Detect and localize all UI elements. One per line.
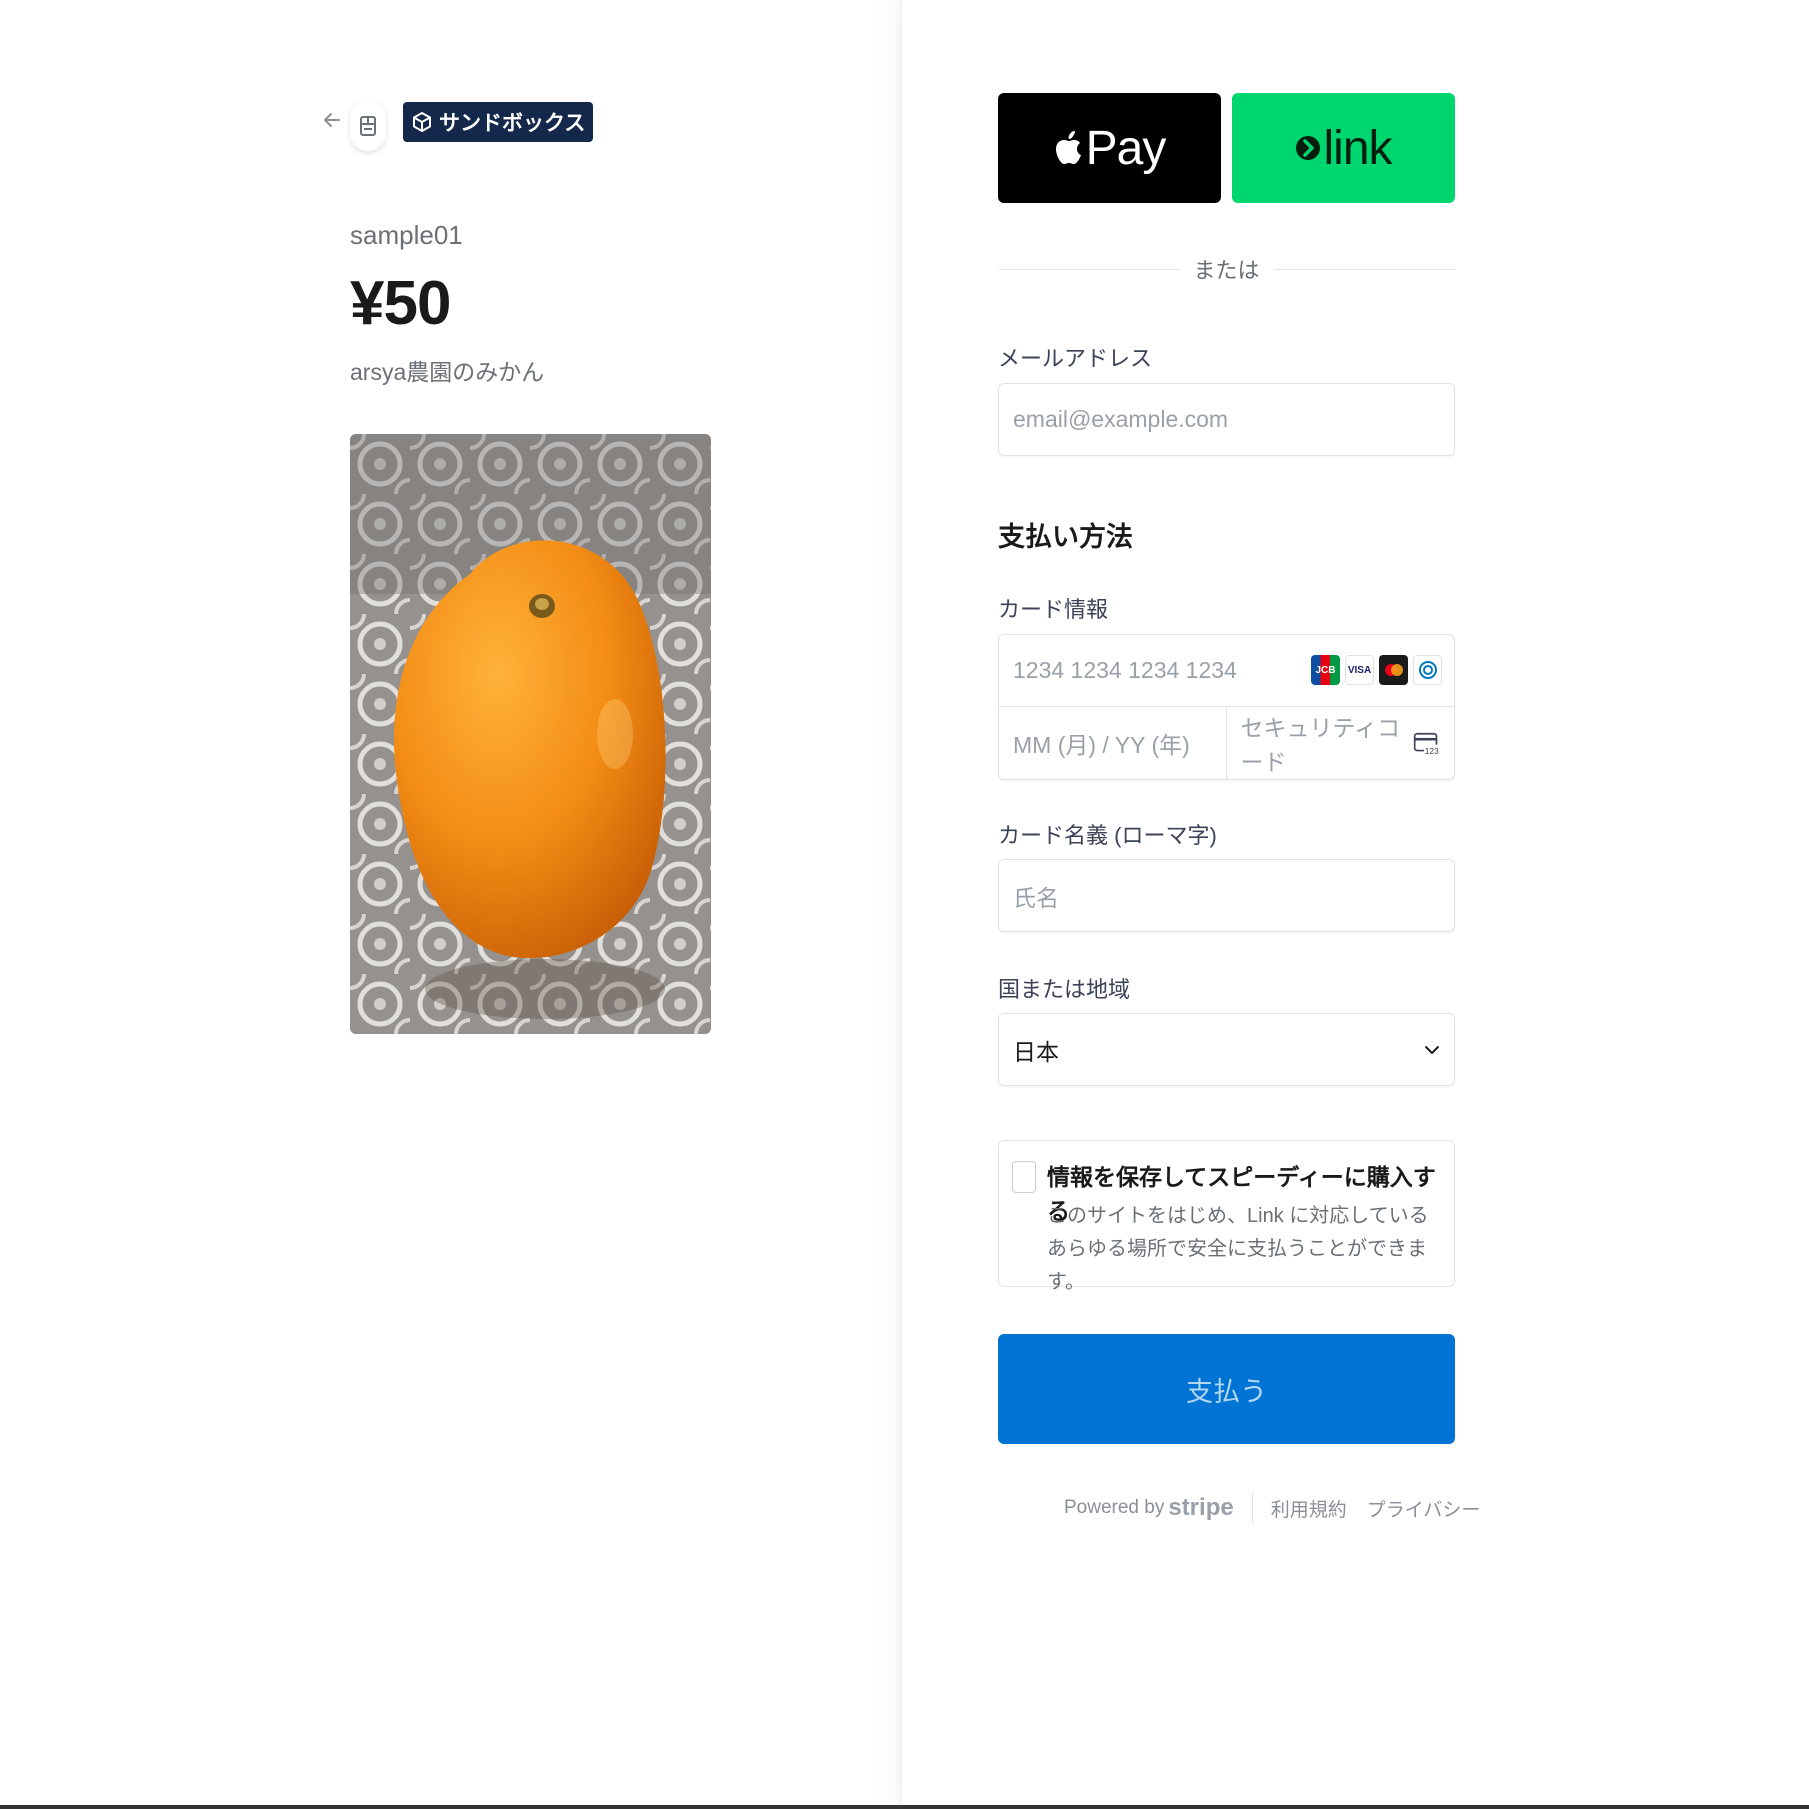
card-bottom-row: MM (月) / YY (年) セキュリティコード 123 <box>999 707 1454 779</box>
product-image <box>350 434 711 1034</box>
card-info-group: 1234 1234 1234 1234 JCB VISA MM (月) / YY… <box>998 634 1455 780</box>
product-price: ¥50 <box>350 269 451 338</box>
email-placeholder: email@example.com <box>1013 406 1229 432</box>
link-label: link <box>1323 121 1392 175</box>
country-value: 日本 <box>1013 1038 1059 1065</box>
mastercard-icon <box>1379 655 1408 685</box>
link-logo-icon <box>1296 136 1321 160</box>
or-text: または <box>1193 258 1260 283</box>
divider-line <box>1273 268 1456 270</box>
pay-button-label: 支払う <box>1186 1376 1267 1407</box>
payment-method-title: 支払い方法 <box>998 522 1133 552</box>
product-summary-pane: サンドボックス sample01 ¥50 arsya農園のみかん <box>0 0 902 1809</box>
save-info-checkbox[interactable] <box>1012 1161 1036 1193</box>
cardholder-label: カード名義 (ローマ字) <box>998 823 1217 848</box>
or-divider: または <box>998 252 1456 286</box>
email-label: メールアドレス <box>998 346 1153 371</box>
cvc-field[interactable]: セキュリティコード 123 <box>1227 707 1455 779</box>
link-button[interactable]: link <box>1232 93 1455 203</box>
expiry-placeholder: MM (月) / YY (年) <box>1013 732 1190 758</box>
country-select[interactable]: 日本 <box>998 1013 1455 1086</box>
footer-separator <box>1251 1492 1253 1524</box>
orange-photo <box>350 434 711 1034</box>
sandbox-badge: サンドボックス <box>403 102 594 142</box>
product-description: arsya農園のみかん <box>350 359 545 385</box>
card-brand-list: JCB VISA <box>1311 655 1442 685</box>
cvc-card-icon: 123 <box>1413 732 1440 756</box>
back-button[interactable] <box>318 106 346 134</box>
store-icon <box>360 116 376 136</box>
cvc-placeholder: セキュリティコード <box>1240 715 1401 775</box>
cardholder-name-field[interactable]: 氏名 <box>998 859 1455 932</box>
card-info-label: カード情報 <box>998 597 1109 622</box>
window-bottom-edge <box>0 1805 1809 1809</box>
sandbox-cube-icon <box>413 112 431 132</box>
pay-button[interactable]: 支払う <box>998 1334 1455 1444</box>
save-info-description: このサイトをはじめ、Link に対応しているあらゆる場所で安全に支払うことができ… <box>1047 1205 1429 1293</box>
apple-pay-label: Pay <box>1085 121 1167 175</box>
merchant-logo[interactable] <box>350 101 386 151</box>
product-name: sample01 <box>350 220 463 250</box>
privacy-link[interactable]: プライバシー <box>1367 1495 1481 1522</box>
arrow-left-icon <box>324 113 340 127</box>
apple-logo-icon <box>1055 131 1081 164</box>
cardholder-placeholder: 氏名 <box>1013 884 1059 911</box>
jcb-icon: JCB <box>1311 655 1340 685</box>
apple-pay-button[interactable]: Pay <box>998 93 1221 203</box>
save-info-box: 情報を保存してスピーディーに購入する このサイトをはじめ、Link に対応してい… <box>998 1140 1455 1293</box>
powered-by-text: Powered by <box>1064 1497 1165 1518</box>
card-number-field[interactable]: 1234 1234 1234 1234 JCB VISA <box>999 635 1454 707</box>
expiry-field[interactable]: MM (月) / YY (年) <box>999 707 1227 779</box>
divider-line <box>998 268 1180 270</box>
footer: Powered by stripe 利用規約 プライバシー <box>1064 1490 1500 1526</box>
terms-link[interactable]: 利用規約 <box>1271 1495 1347 1522</box>
visa-icon: VISA <box>1345 655 1374 685</box>
chevron-down-icon <box>1425 1045 1439 1054</box>
cvc-icon-text: 123 <box>1425 746 1439 756</box>
stripe-logo[interactable]: stripe <box>1168 1494 1233 1522</box>
sandbox-label: サンドボックス <box>439 112 586 135</box>
country-label: 国または地域 <box>998 977 1131 1002</box>
diners-club-icon <box>1413 655 1442 685</box>
email-field[interactable]: email@example.com <box>998 383 1455 456</box>
card-number-placeholder: 1234 1234 1234 1234 <box>1013 657 1237 683</box>
